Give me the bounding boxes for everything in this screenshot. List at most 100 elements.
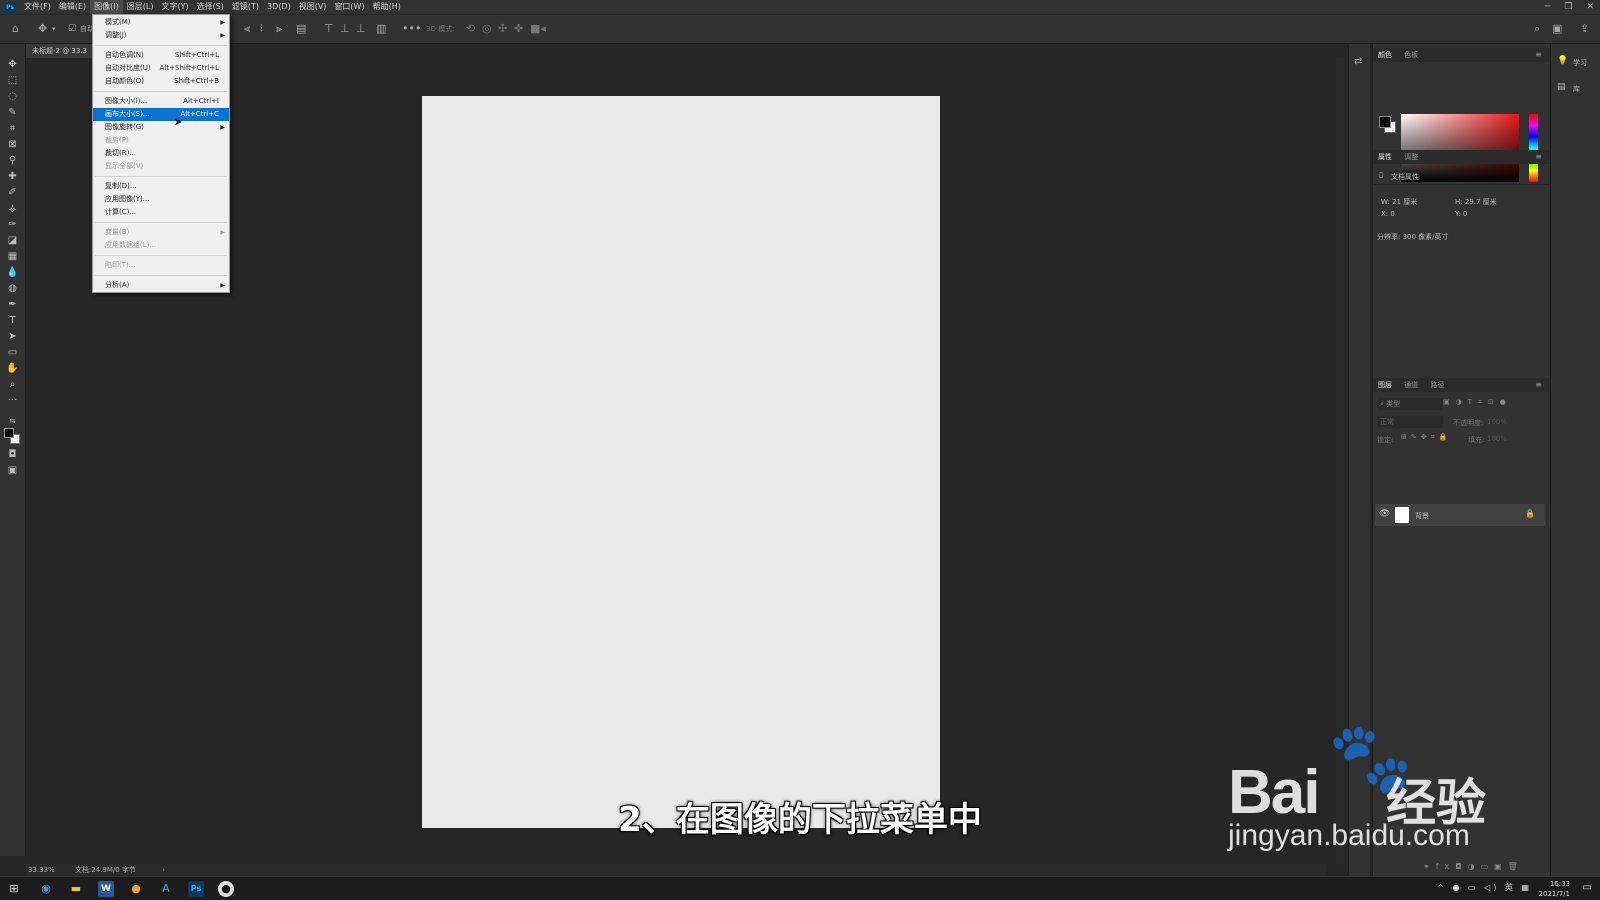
more-tools-icon[interactable]: ··· bbox=[4, 394, 21, 408]
menu-item[interactable]: 调整(J) ▶ bbox=[93, 29, 229, 42]
notification-icon[interactable]: ▭ bbox=[1583, 883, 1592, 893]
start-icon[interactable]: ⊞ bbox=[6, 881, 22, 897]
fill-value[interactable]: 100% bbox=[1487, 435, 1507, 443]
tab-swatches[interactable]: 色板 bbox=[1399, 51, 1423, 59]
menu-item[interactable]: 图像大小(I)... Alt+Ctrl+I bbox=[93, 95, 229, 108]
media-app-icon[interactable]: ● bbox=[218, 881, 234, 897]
tab-adjustments[interactable]: 调整 bbox=[1399, 153, 1423, 161]
lasso-tool-icon[interactable]: ◌ bbox=[4, 90, 21, 104]
menu-item[interactable]: 模式(M) ▶ bbox=[93, 16, 229, 29]
clock-date[interactable]: 2021/7/1 bbox=[1539, 889, 1570, 899]
distribute-icon[interactable]: ▤ bbox=[296, 22, 306, 36]
distribute-vertical-icon[interactable]: ▥ bbox=[376, 22, 386, 36]
menu-item[interactable]: 分析(A) ▶ bbox=[93, 279, 229, 292]
width-value[interactable]: W: 21 厘米 bbox=[1381, 197, 1417, 207]
eye-icon[interactable]: 👁 bbox=[1379, 509, 1390, 519]
clone-stamp-icon[interactable]: ⚶ bbox=[4, 202, 21, 216]
zoom-level[interactable]: 33.33% bbox=[28, 866, 55, 874]
rectangle-tool-icon[interactable]: ▭ bbox=[4, 346, 21, 360]
share-icon[interactable]: ⇪ bbox=[1580, 22, 1589, 36]
menu-item[interactable]: 自动色调(N) Shift+Ctrl+L bbox=[93, 49, 229, 62]
menu-filter[interactable]: 滤镜(T) bbox=[228, 0, 263, 14]
minimize-icon[interactable]: ─ bbox=[1545, 0, 1550, 14]
eyedropper-tool-icon[interactable]: ⚲ bbox=[4, 154, 21, 168]
tab-layers[interactable]: 图层 bbox=[1373, 381, 1397, 389]
chevron-down-icon[interactable]: ▾ bbox=[52, 22, 56, 36]
gradient-tool-icon[interactable]: ▦ bbox=[4, 250, 21, 264]
move-tool-icon[interactable]: ✥ bbox=[4, 58, 21, 72]
crop-tool-icon[interactable]: ⌗ bbox=[4, 122, 21, 136]
3d-camera-icon[interactable]: ■◂ bbox=[530, 22, 546, 36]
zoom-tool-icon[interactable]: ⌕ bbox=[4, 378, 21, 392]
3d-rotate-icon[interactable]: ⟲ bbox=[466, 22, 475, 36]
close-icon[interactable]: ✕ bbox=[1586, 0, 1594, 14]
restore-icon[interactable]: ❐ bbox=[1564, 0, 1572, 14]
y-value[interactable]: Y: 0 bbox=[1455, 210, 1467, 218]
menu-item[interactable]: 计算(C)... bbox=[93, 206, 229, 219]
3d-slide-icon[interactable]: ✜ bbox=[514, 22, 523, 36]
path-select-icon[interactable]: ➤ bbox=[4, 330, 21, 344]
libraries-label[interactable]: 库 bbox=[1573, 84, 1580, 94]
hue-slider[interactable] bbox=[1529, 114, 1538, 182]
menu-item[interactable]: 自动颜色(O) Shift+Ctrl+B bbox=[93, 75, 229, 88]
align-top-icon[interactable]: ⊤ bbox=[324, 22, 334, 36]
libraries-icon[interactable]: ▤ bbox=[1557, 82, 1566, 92]
menu-3d[interactable]: 3D(D) bbox=[263, 0, 295, 14]
menu-item[interactable]: 裁切(R)... bbox=[93, 147, 229, 160]
menu-help[interactable]: 帮助(H) bbox=[369, 0, 405, 14]
blur-tool-icon[interactable]: 💧 bbox=[4, 266, 21, 280]
quick-select-tool-icon[interactable]: ✎ bbox=[4, 106, 21, 120]
lock-icon[interactable]: 🔒 bbox=[1525, 509, 1535, 518]
panel-menu-icon[interactable]: ≡ bbox=[1530, 150, 1547, 164]
hand-tool-icon[interactable]: ✋ bbox=[4, 362, 21, 376]
menu-item[interactable]: 图像旋转(G) ▶ bbox=[93, 121, 229, 134]
align-left-icon[interactable]: ⫷ bbox=[244, 22, 250, 36]
eraser-tool-icon[interactable]: ◪ bbox=[4, 234, 21, 248]
chevron-right-icon[interactable]: › bbox=[162, 866, 165, 874]
photoshop-taskbar-icon[interactable]: Ps bbox=[188, 881, 204, 897]
checkbox-icon[interactable]: ☑ bbox=[68, 22, 76, 36]
browser-icon[interactable]: ◉ bbox=[38, 881, 54, 897]
more-options-icon[interactable]: ••• bbox=[402, 22, 421, 36]
menu-item[interactable]: 画布大小(S)... Alt+Ctrl+C bbox=[93, 108, 229, 121]
quick-mask-icon[interactable]: ◘ bbox=[4, 448, 21, 462]
tray-icons[interactable]: ^ ● ▭ ◁) 英 ▦ bbox=[1437, 883, 1532, 893]
menu-view[interactable]: 视图(V) bbox=[295, 0, 331, 14]
menu-image[interactable]: 图像(I) bbox=[90, 0, 123, 14]
home-icon[interactable]: ⌂ bbox=[12, 22, 19, 36]
layer-filter-input[interactable]: ⌕ 类型 bbox=[1377, 398, 1443, 410]
clock-time[interactable]: 16:33 bbox=[1550, 879, 1570, 889]
tab-channels[interactable]: 通道 bbox=[1399, 381, 1423, 389]
type-tool-icon[interactable]: T bbox=[4, 314, 21, 328]
height-value[interactable]: H: 29.7 厘米 bbox=[1455, 197, 1497, 207]
3d-roll-icon[interactable]: ◎ bbox=[482, 22, 492, 36]
pen-tool-icon[interactable]: ✒ bbox=[4, 298, 21, 312]
menu-item[interactable]: 应用图像(Y)... bbox=[93, 193, 229, 206]
word-icon[interactable]: W bbox=[98, 881, 114, 897]
layer-row[interactable]: 👁 背景 🔒 bbox=[1375, 504, 1545, 526]
document-canvas[interactable] bbox=[422, 96, 940, 828]
dodge-tool-icon[interactable]: ◍ bbox=[4, 282, 21, 296]
menu-file[interactable]: 文件(F) bbox=[20, 0, 55, 14]
align-center-icon[interactable]: ⫶ bbox=[260, 22, 263, 36]
marquee-tool-icon[interactable]: ⬚ bbox=[4, 74, 21, 88]
x-value[interactable]: X: 0 bbox=[1381, 210, 1395, 218]
align-bottom-icon[interactable]: ⊥ bbox=[356, 22, 366, 36]
learn-label[interactable]: 学习 bbox=[1573, 58, 1587, 68]
learn-icon[interactable]: 💡 bbox=[1557, 56, 1568, 66]
menu-window[interactable]: 窗口(W) bbox=[330, 0, 368, 14]
opacity-value[interactable]: 100% bbox=[1487, 418, 1507, 426]
tab-color[interactable]: 颜色 bbox=[1373, 51, 1397, 59]
blend-mode-select[interactable]: 正常 bbox=[1377, 416, 1443, 428]
lock-icons[interactable]: ⊞✎✥⌗🔒 bbox=[1401, 433, 1451, 442]
font-app-icon[interactable]: A bbox=[158, 881, 174, 897]
healing-brush-icon[interactable]: ✚ bbox=[4, 170, 21, 184]
swap-colors-icon[interactable]: ⇆ bbox=[4, 414, 21, 428]
move-tool-icon[interactable]: ✥ bbox=[38, 22, 47, 36]
align-middle-icon[interactable]: ⊥ bbox=[340, 22, 350, 36]
3d-drag-icon[interactable]: ✣ bbox=[498, 22, 507, 36]
history-brush-icon[interactable]: ✑ bbox=[4, 218, 21, 232]
tab-properties[interactable]: 属性 bbox=[1373, 153, 1397, 161]
brush-tool-icon[interactable]: ✐ bbox=[4, 186, 21, 200]
layer-filter-icons[interactable]: ▣◑T⌗⊡● bbox=[1443, 398, 1512, 407]
